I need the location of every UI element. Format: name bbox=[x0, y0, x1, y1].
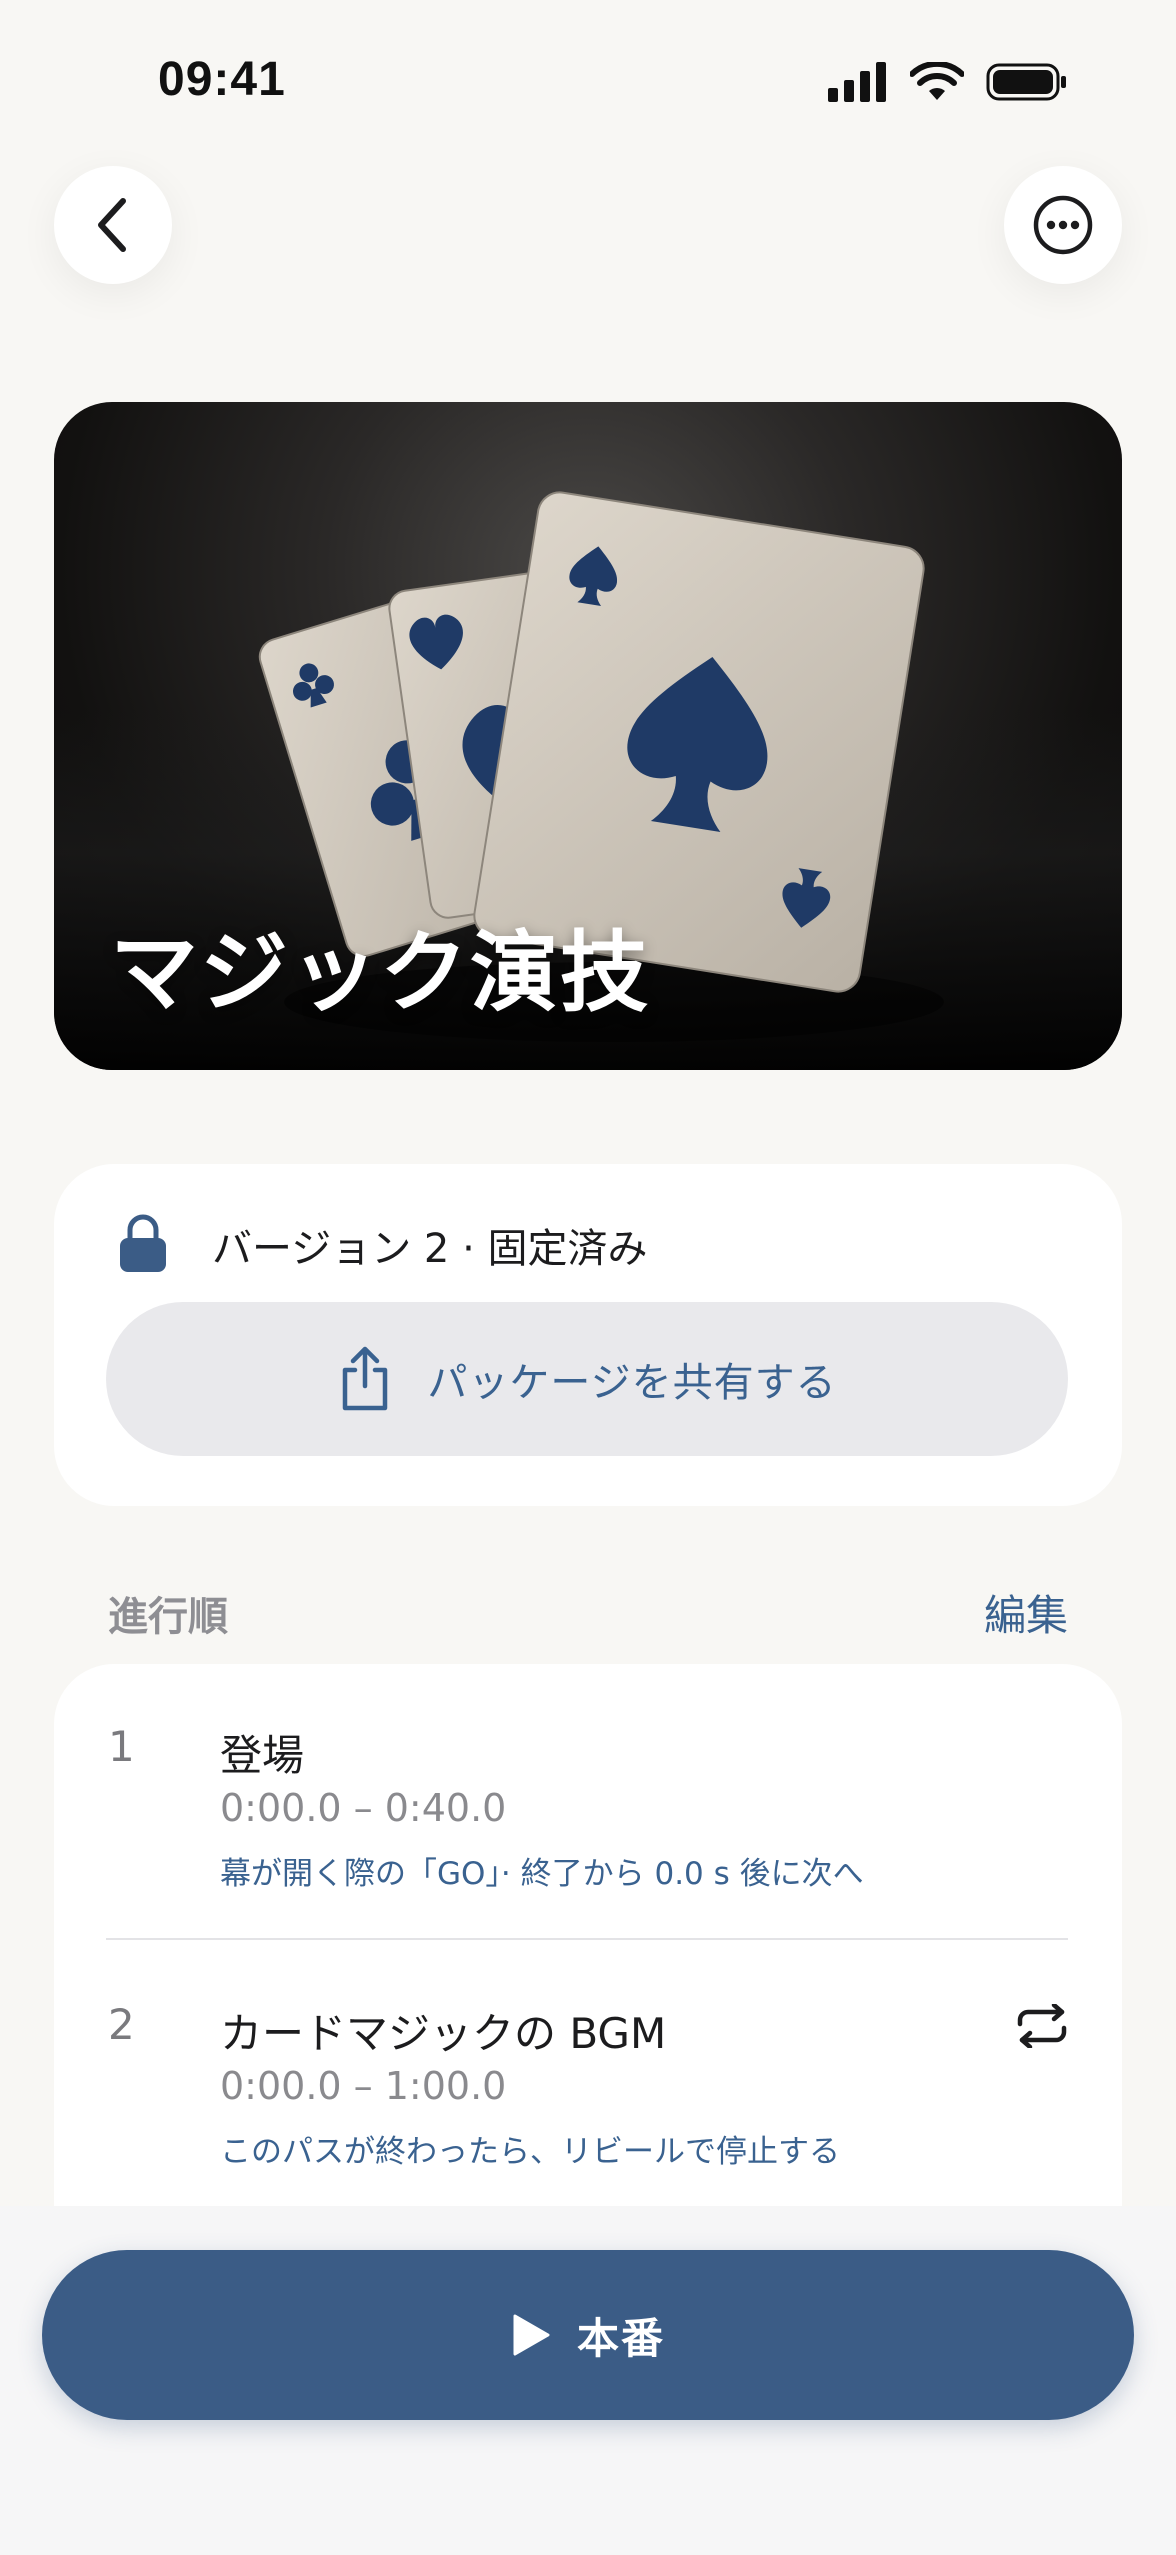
share-icon bbox=[343, 1346, 388, 1411]
battery-icon bbox=[986, 63, 1066, 101]
perform-button[interactable]: 本番 bbox=[42, 2250, 1134, 2420]
edit-button[interactable]: 編集 bbox=[984, 1582, 1068, 1643]
hero-title: マジック演技 bbox=[110, 921, 651, 1024]
wifi-icon bbox=[910, 62, 964, 100]
status-icons bbox=[828, 62, 1068, 102]
lock-icon bbox=[120, 1214, 166, 1272]
item-time-range: 0:00.0 – 0:40.0 bbox=[220, 1786, 507, 1830]
run-order-list: 1 登場 0:00.0 – 0:40.0 幕が開く際の「GO」· 終了から 0.… bbox=[54, 1664, 1122, 2206]
status-time: 09:41 bbox=[158, 53, 286, 106]
item-index: 1 bbox=[108, 1722, 135, 1771]
more-button[interactable] bbox=[1004, 166, 1122, 284]
hero-image: マジック演技 bbox=[54, 402, 1122, 1070]
repeat-icon bbox=[1017, 2004, 1067, 2048]
back-button[interactable] bbox=[54, 166, 172, 284]
item-transition-note: このパスが終わったら、リビールで停止する bbox=[220, 2134, 840, 2170]
share-package-label: パッケージを共有する bbox=[427, 1360, 837, 1406]
cellular-signal-icon bbox=[828, 62, 886, 102]
share-package-button[interactable]: パッケージを共有する bbox=[106, 1302, 1068, 1456]
perform-button-label: 本番 bbox=[576, 2313, 665, 2363]
chevron-left-icon bbox=[98, 198, 126, 252]
version-card: バージョン 2 · 固定済み パッケージを共有する bbox=[54, 1164, 1122, 1506]
list-divider bbox=[106, 1938, 1068, 1940]
run-order-header: 進行順 bbox=[108, 1594, 228, 1640]
play-icon bbox=[513, 2314, 550, 2356]
version-status: バージョン 2 · 固定済み bbox=[212, 1226, 648, 1272]
item-time-range: 0:00.0 – 1:00.0 bbox=[220, 2064, 507, 2108]
ellipsis-circle-icon bbox=[1033, 195, 1093, 255]
item-title: 登場 bbox=[220, 1731, 305, 1780]
item-transition-note: 幕が開く際の「GO」· 終了から 0.0 s 後に次へ bbox=[220, 1856, 864, 1892]
item-title: カードマジックの BGM bbox=[220, 2009, 667, 2058]
item-index: 2 bbox=[108, 2000, 135, 2049]
